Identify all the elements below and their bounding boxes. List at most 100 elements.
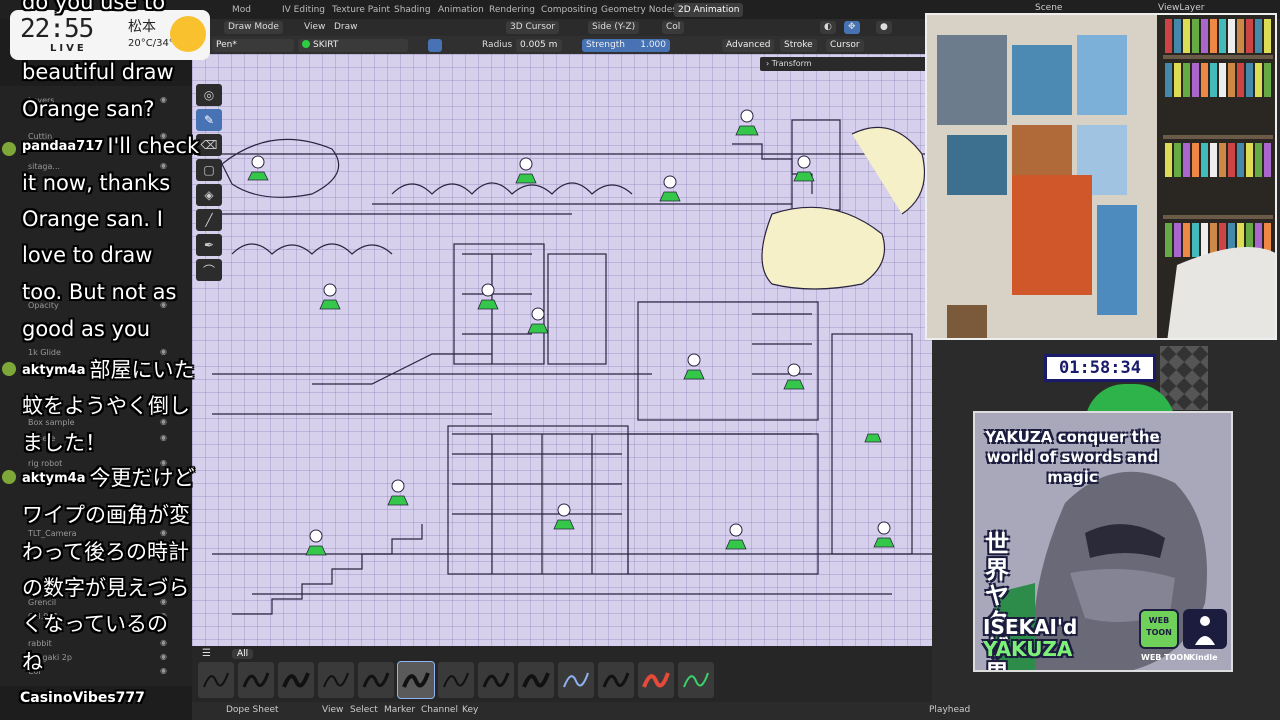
workspace-tab[interactable]: 2D Animation (674, 3, 744, 17)
editor-mode-dropdown[interactable]: Dope Sheet (226, 705, 279, 715)
book-subtitle: ISEKAI'd YAKUZA (983, 616, 1077, 660)
chat-text: Orange san? (22, 97, 155, 121)
mode-dropdown[interactable]: Draw Mode (224, 21, 283, 34)
book-subtitle-line2: YAKUZA (983, 637, 1073, 661)
scene-selector[interactable]: Scene (1035, 3, 1062, 13)
workspace-tab[interactable]: Mod (228, 3, 255, 17)
transform-panel-label: Transform (771, 59, 812, 68)
chat-text: ね (22, 650, 43, 674)
timeline-marker-menu[interactable]: Marker (384, 705, 415, 715)
chat-message: pandaa717 I'll check (22, 134, 199, 158)
workspace-tab[interactable]: Texture Paint (328, 3, 394, 17)
brush-preset-icon[interactable] (678, 662, 714, 698)
cursor-dropdown[interactable]: Cursor (826, 39, 864, 52)
chat-message: わって後ろの時計 (22, 536, 189, 566)
material-color-icon (302, 40, 310, 48)
globe-icon[interactable] (428, 39, 442, 52)
chat-message: aktym4a 今更だけど (22, 462, 194, 492)
chat-message: ました！ (22, 427, 106, 457)
chat-text: ました！ (22, 431, 106, 455)
brush-preset-icon[interactable] (558, 662, 594, 698)
brush-preset-icon[interactable] (598, 662, 634, 698)
chat-username: aktym4a (22, 471, 86, 486)
chat-text: Orange san. I (22, 207, 163, 231)
chat-user-name: CasinoVibes777 (20, 690, 145, 706)
chat-text: good as you (22, 317, 151, 341)
playhead-dropdown[interactable]: Playhead (929, 705, 970, 715)
strength-slider[interactable]: Strength 1.000 (582, 39, 670, 52)
brush-preset-icon[interactable] (318, 662, 354, 698)
book-title: YAKUZA conquer the world of swords and m… (985, 428, 1160, 486)
chat-username: pandaa717 (22, 139, 104, 154)
brush-preset-icon[interactable] (278, 662, 314, 698)
chat-text: 今更だけど (89, 466, 195, 490)
brush-preset-icon[interactable] (438, 662, 474, 698)
chat-text: くなっているの (22, 612, 168, 636)
draw-menu[interactable]: Draw (330, 21, 362, 34)
chat-avatar-icon (2, 142, 16, 156)
webcam-image (927, 15, 1275, 338)
stream-timer: 01:58:34 (1044, 354, 1156, 382)
view-layer-selector[interactable]: ViewLayer (1158, 3, 1204, 13)
chat-text: 部屋にいた (89, 358, 195, 382)
chat-text: do you use to (22, 0, 166, 14)
brush-preset-icon[interactable] (358, 662, 394, 698)
workspace-tab[interactable]: Shading (390, 3, 435, 17)
workspace-tab[interactable]: Compositing (537, 3, 601, 17)
workspace-tab[interactable]: IV Editing (278, 3, 329, 17)
timeline-view-menu[interactable]: View (322, 705, 343, 715)
transform-panel[interactable]: › Transform (760, 57, 930, 71)
chat-text: I'll check (107, 134, 200, 158)
chat-message: beautiful draw (22, 60, 174, 84)
chat-message: ワイプの画角が変 (22, 499, 190, 529)
chat-message: too. But not as (22, 280, 176, 304)
timeline-channel-menu[interactable]: Channel (421, 705, 458, 715)
chat-text: love to draw (22, 243, 153, 267)
chat-text: ワイプの画角が変 (22, 503, 190, 527)
chat-message: Orange san. I (22, 207, 163, 231)
chat-message: good as you (22, 317, 150, 341)
overlay-icon[interactable]: ◐ (820, 21, 836, 34)
gizmo-icon[interactable]: ✥ (844, 21, 860, 34)
book-subtitle-line1: ISEKAI'd (983, 615, 1078, 639)
workspace-tab[interactable]: Rendering (485, 3, 539, 17)
view-menu[interactable]: View (300, 21, 329, 34)
dope-sheet-header: Dope Sheet View Select Marker Channel Ke… (192, 702, 1280, 720)
chat-avatar-icon (2, 362, 16, 376)
tool-settings-bar: Pen* SKIRT Radius 0.005 m Strength 1.000 … (192, 36, 932, 54)
viewport-header: Draw Mode View Draw 3D Cursor Side (Y-Z)… (192, 19, 932, 36)
chat-message: it now, thanks (22, 171, 170, 195)
chat-username: aktym4a (22, 363, 86, 378)
brush-preset-icon[interactable] (478, 662, 514, 698)
timeline-key-menu[interactable]: Key (462, 705, 478, 715)
workspace-tab[interactable]: Geometry Nodes (597, 3, 681, 17)
drawing-plane-dropdown[interactable]: Side (Y-Z) (588, 21, 640, 34)
screen: Scene ViewLayer Mod IV Editing Texture Pai… (0, 0, 1280, 720)
brush-preset-icon[interactable] (397, 661, 435, 699)
stroke-dropdown[interactable]: Stroke (780, 39, 817, 52)
radius-label: Radius (482, 40, 513, 50)
cursor-placement-dropdown[interactable]: 3D Cursor (506, 21, 560, 34)
chat-text: の数字が見えづら (22, 576, 190, 600)
workspace-tab[interactable]: Animation (434, 3, 488, 17)
chat-avatar-icon (2, 470, 16, 484)
radius-field[interactable]: 0.005 m (516, 39, 562, 52)
layer-col-dropdown[interactable]: Col (662, 21, 685, 34)
chat-message: 蚊をようやく倒し (22, 390, 190, 420)
brush-preset-icon[interactable] (638, 662, 674, 698)
advanced-dropdown[interactable]: Advanced (722, 39, 775, 52)
chat-text: わって後ろの時計 (22, 540, 189, 564)
kindle-badge-icon (1183, 609, 1227, 649)
material-selector[interactable]: SKIRT (298, 39, 408, 52)
timeline-select-menu[interactable]: Select (350, 705, 378, 715)
brush-tab-all[interactable]: All (232, 649, 254, 659)
webcam-overlay (925, 13, 1277, 340)
brush-preset-icon[interactable] (518, 662, 554, 698)
drawing-canvas[interactable]: › Transform (192, 54, 932, 646)
shading-icon[interactable]: ● (876, 21, 892, 34)
chat-text: 蚊をようやく倒し (22, 394, 190, 418)
brush-preset-icon[interactable] (238, 662, 274, 698)
chat-message: love to draw (22, 243, 152, 267)
webtoon-badge: WEB TOON (1139, 609, 1179, 649)
chat-message: aktym4a 部屋にいた (22, 354, 194, 384)
